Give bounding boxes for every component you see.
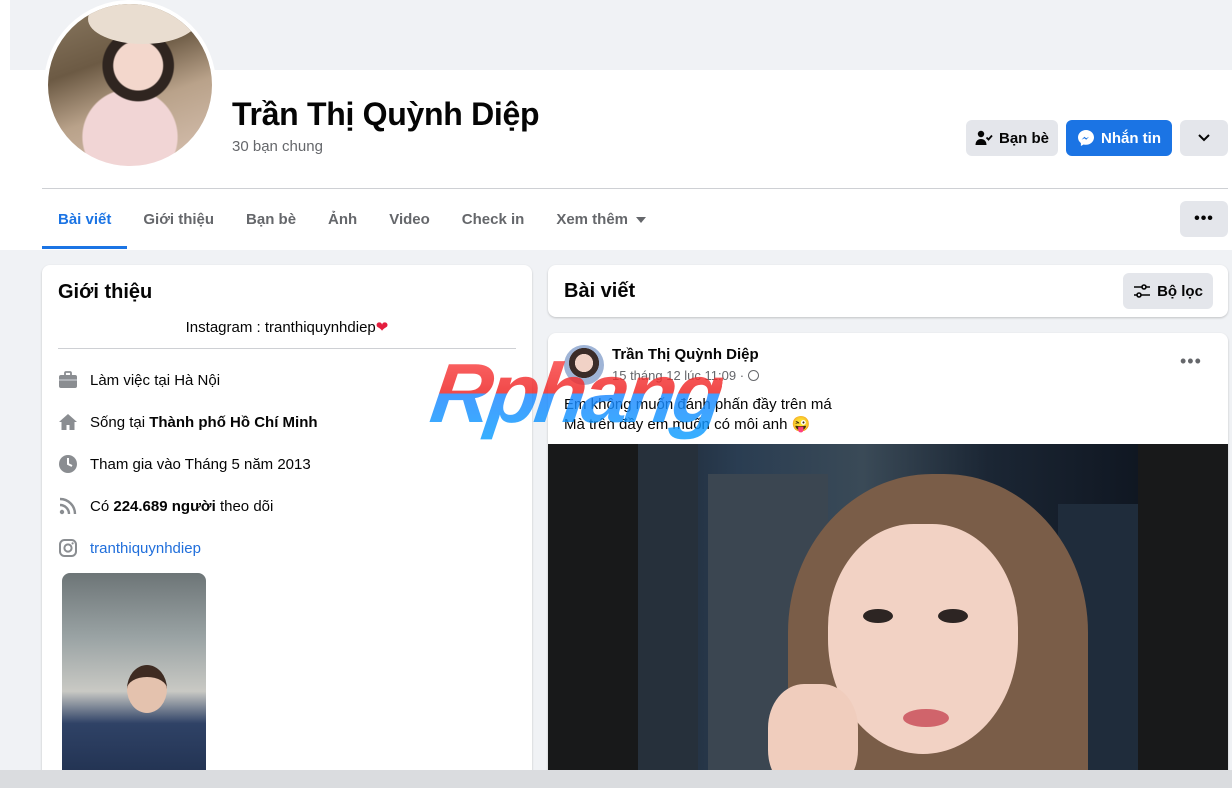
work-text: Làm việc tại Hà Nội: [90, 371, 221, 389]
tab-friends[interactable]: Bạn bè: [230, 190, 312, 249]
info-work: Làm việc tại Hà Nội: [58, 370, 220, 390]
joined-text: Tham gia vào Tháng 5 năm 2013: [90, 455, 311, 473]
tab-about[interactable]: Giới thiệu: [127, 190, 230, 249]
intro-bio: Instagram : tranthiquynhdiep❤: [42, 318, 532, 336]
clock-icon: [58, 454, 78, 474]
home-icon: [58, 412, 78, 432]
followers-prefix: Có: [90, 497, 110, 515]
more-options-button[interactable]: [1180, 120, 1228, 156]
profile-avatar[interactable]: [44, 0, 216, 170]
tab-label: Check in: [461, 211, 525, 228]
instagram-link[interactable]: tranthiquynhdiep: [90, 540, 201, 557]
friends-button-label: Bạn bè: [998, 129, 1049, 147]
tab-label: Giới thiệu: [143, 211, 215, 228]
photo-subject: [127, 665, 167, 713]
header-divider: [42, 188, 1228, 189]
message-button-label: Nhắn tin: [1101, 129, 1161, 147]
tab-posts[interactable]: Bài viết: [42, 190, 128, 249]
photo-building: [638, 444, 698, 788]
message-button[interactable]: Nhắn tin: [1066, 120, 1172, 156]
filter-button-label: Bộ lọc: [1157, 282, 1203, 300]
intro-title: Giới thiệu: [58, 281, 153, 303]
info-followers: Có 224.689 người theo dõi: [58, 496, 273, 516]
tab-label: Xem thêm: [556, 211, 629, 228]
friend-check-icon: [975, 130, 993, 145]
tab-more[interactable]: Xem thêm: [540, 190, 662, 249]
post-photo[interactable]: [638, 444, 1138, 788]
tab-videos[interactable]: Video: [373, 190, 446, 249]
chevron-down-icon: [1198, 134, 1210, 142]
filter-button[interactable]: Bộ lọc: [1123, 273, 1213, 309]
avatar-hat: [88, 4, 198, 44]
lives-prefix: Sống tại: [90, 413, 146, 431]
info-instagram: tranthiquynhdiep: [58, 538, 201, 558]
bio-text: Instagram : tranthiquynhdiep: [185, 319, 376, 336]
followers-count: 224.689 người: [113, 497, 216, 515]
briefcase-icon: [58, 370, 78, 390]
globe-icon: [748, 370, 760, 381]
featured-photo[interactable]: [62, 573, 206, 788]
info-lives: Sống tại Thành phố Hồ Chí Minh: [58, 412, 318, 432]
tab-checkins[interactable]: Check in: [446, 190, 541, 249]
profile-tabs: Bài viết Giới thiệu Bạn bè Ảnh Video Che…: [42, 190, 662, 249]
post-media[interactable]: [548, 444, 1228, 788]
post-options-button[interactable]: •••: [1180, 351, 1202, 372]
intro-card: Giới thiệu Instagram : tranthiquynhdiep❤…: [42, 265, 532, 788]
photo-lips: [903, 709, 949, 727]
tabs-more-button[interactable]: •••: [1180, 201, 1228, 237]
window-bottom-bar: [0, 770, 1232, 788]
tab-label: Video: [389, 211, 430, 228]
tab-photos[interactable]: Ảnh: [312, 190, 373, 249]
watermark-logo: Rphang: [425, 346, 728, 440]
instagram-icon: [58, 538, 78, 558]
rss-icon: [58, 496, 78, 516]
photo-eye: [863, 609, 893, 623]
heart-emoji: ❤: [375, 319, 389, 336]
tab-label: Bài viết: [58, 211, 112, 228]
ellipsis-icon: •••: [1194, 210, 1214, 227]
filter-icon: [1134, 284, 1151, 298]
messenger-icon: [1078, 130, 1094, 146]
tab-label: Ảnh: [328, 211, 358, 228]
caret-down-icon: [636, 216, 647, 223]
profile-name: Trần Thị Quỳnh Diệp: [232, 96, 540, 132]
tab-label: Bạn bè: [246, 211, 297, 228]
friends-button[interactable]: Bạn bè: [966, 120, 1058, 156]
photo-eye: [938, 609, 968, 623]
followers-suffix: theo dõi: [219, 497, 274, 515]
info-joined: Tham gia vào Tháng 5 năm 2013: [58, 454, 311, 474]
posts-header-card: Bài viết Bộ lọc: [548, 265, 1228, 317]
mutual-friends[interactable]: 30 bạn chung: [232, 138, 323, 155]
lives-city[interactable]: Thành phố Hồ Chí Minh: [149, 414, 317, 431]
posts-title: Bài viết: [564, 280, 636, 302]
